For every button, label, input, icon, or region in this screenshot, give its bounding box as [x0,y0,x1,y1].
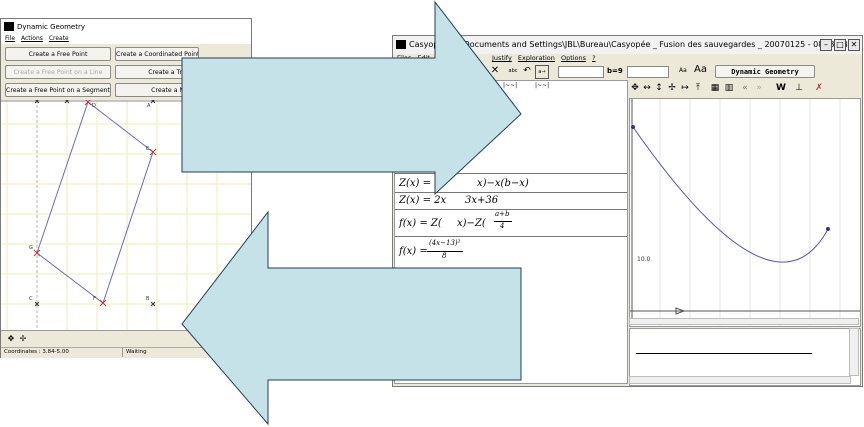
algebra-panel: |~~| |~~| Z(x) = a x)−x(b−x) Z(x) = 2x 3… [394,80,628,384]
casy-menubar: Files Edit Justify Exploration Options ? [393,53,862,63]
formula-3-right[interactable]: x)−Z( [457,218,486,229]
geo-button-panel: Create a Free Point Create a Coordinated… [1,44,251,100]
h-arrows-icon[interactable]: ↔ [641,82,653,94]
assign-icon[interactable]: a→ [535,65,549,79]
geo-statusbar: Coordinates : 3.84-5.00 Waiting [1,347,251,358]
geo-menu-file[interactable]: File [5,35,15,42]
formula-3-left[interactable]: f(x) = Z( [399,218,442,229]
formula-1-left[interactable]: Z(x) = a [399,178,440,189]
axes-icon[interactable]: ⊥ [793,82,805,94]
coordinates-readout: Coordinates : 3.84-5.00 [4,349,69,355]
undo-icon[interactable]: ↶ [521,65,533,77]
grid-a-icon[interactable]: ▦ [709,82,721,94]
app-icon [4,22,14,31]
sign-button-1[interactable]: |~~| [503,81,517,90]
back-icon[interactable]: « [739,82,751,94]
formula-3-den: 4 [500,222,505,230]
function-graph[interactable] [629,98,861,327]
casy-app-icon [396,40,406,49]
point-label-f: F [93,296,96,302]
point-label-e: E [146,146,150,152]
v-arrows-icon[interactable]: ↕ [653,82,665,94]
move-icon[interactable]: ✥ [629,82,641,94]
formula-4-num: (4x−13)² [429,239,461,247]
param-a-input[interactable] [558,66,604,78]
create-middle-point-button[interactable]: Create a Middle Poin [115,83,251,97]
casy-menu-help[interactable]: ? [592,54,595,62]
forward-icon[interactable]: » [753,82,765,94]
formula-2-right[interactable]: 3x+36 [465,195,498,206]
param-b-input[interactable] [627,66,669,78]
parallelogram [36,101,154,304]
dynamic-geometry-window: Dynamic Geometry File Actions Create Cre… [0,18,252,358]
v-fit-icon[interactable]: ⤒ [692,82,704,94]
create-translated-point-button[interactable]: Create a Translated Po [115,65,251,79]
pan-icon[interactable]: ✥ [5,333,17,345]
casy-menu-justify[interactable]: Justify [492,54,512,62]
function-curve [632,126,829,263]
minimize-button[interactable]: – [820,39,832,51]
create-point-on-segment-button[interactable]: Create a Free Point on a Segment [5,83,111,97]
param-b-label: b=9 [607,67,623,75]
close-button[interactable]: ✕ [848,39,860,51]
geo-menu-create[interactable]: Create [49,35,69,42]
casy-menu-edit[interactable]: Edit [417,54,430,62]
dynamic-geometry-button[interactable]: Dynamic Geometry [715,65,815,78]
formula-3-num: a+b [495,210,510,218]
point-label-c: C [29,296,33,302]
grid-b-icon[interactable]: ▥ [723,82,735,94]
casyopee-window: Casyopée ... \Documents and Settings\JBL… [392,35,863,387]
zoom-icon[interactable]: ✢ [17,333,29,345]
graph-toolbar: ✥ ↔ ↕ ✢ ↦ ⤒ ▦ ▥ « » W ⊥ ✗ [629,82,859,96]
geo-bottom-toolbar: ✥ ✢ [1,330,251,347]
geometry-canvas[interactable] [1,100,251,330]
sign-button-2[interactable]: |~~| [535,81,549,90]
point-label-b: B [146,296,150,302]
graph-label: 10.0 [637,256,651,263]
abc-icon[interactable]: abc [507,65,519,77]
status-text: Waiting [122,348,147,357]
formula-list: Z(x) = a x)−x(b−x) Z(x) = 2x 3x+36 f(x) … [395,173,627,265]
history-v-scrollbar[interactable] [849,328,859,376]
font-small-button[interactable]: Aa [679,65,687,77]
casy-titlebar: Casyopée ... \Documents and Settings\JBL… [393,36,862,54]
geo-menu-actions[interactable]: Actions [21,35,43,42]
history-h-scrollbar[interactable] [629,376,851,384]
formula-2-left[interactable]: Z(x) = 2x [399,195,446,206]
geo-menubar: File Actions Create [1,34,251,44]
formula-4-den: 8 [442,252,447,260]
casy-menu-files[interactable]: Files [397,54,411,62]
point-label-a: A [147,103,151,109]
formula-1-right[interactable]: x)−x(b−x) [477,178,529,189]
casy-menu-options[interactable]: Options [561,54,586,62]
geo-title: Dynamic Geometry [17,23,86,31]
w-icon[interactable]: W [775,82,787,94]
h-fit-icon[interactable]: ↦ [679,82,691,94]
casy-menu-exploration[interactable]: Exploration [518,54,555,62]
casy-title: Casyopée ... \Documents and Settings\JBL… [409,40,856,49]
create-coordinated-point-button[interactable]: Create a Coordinated Point [115,47,199,61]
delete-icon[interactable]: ✕ [489,65,501,77]
cross-arrows-icon[interactable]: ✢ [666,82,678,94]
graph-h-scrollbar[interactable] [629,318,859,325]
clear-icon[interactable]: ✗ [813,82,825,94]
formula-4-left[interactable]: f(x) = [399,246,428,257]
casy-toolbar: ✕ abc ↶ a→ b=9 Aa Aa Dynamic Geometry [393,64,862,79]
geo-titlebar: Dynamic Geometry [1,19,251,35]
point-label-d: D [92,103,96,109]
point-label-g: G [29,245,33,251]
font-large-button[interactable]: Aa [694,64,707,76]
create-free-point-button[interactable]: Create a Free Point [5,47,111,61]
maximize-button[interactable]: □ [834,39,846,51]
create-point-on-line-button[interactable]: Create a Free Point on a Line [5,65,111,79]
